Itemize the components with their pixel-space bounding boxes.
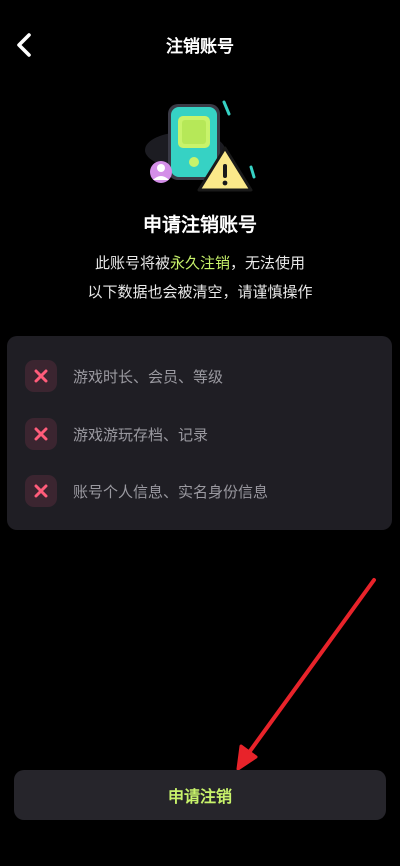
close-icon xyxy=(25,360,57,392)
list-item: 游戏时长、会员、等级 xyxy=(7,358,392,394)
apply-cancel-button[interactable]: 申请注销 xyxy=(14,770,386,820)
close-icon xyxy=(25,475,57,507)
list-item: 账号个人信息、实名身份信息 xyxy=(7,473,392,509)
description-prefix: 此账号将被 xyxy=(94,254,170,272)
list-item: 游戏游玩存档、记录 xyxy=(7,416,392,452)
list-item-label: 游戏时长、会员、等级 xyxy=(73,367,224,386)
chevron-left-icon xyxy=(17,33,31,57)
description-highlight: 永久注销 xyxy=(169,254,230,272)
page-title: 注销账号 xyxy=(166,37,234,57)
header: 注销账号 xyxy=(0,0,400,86)
close-icon xyxy=(25,418,57,450)
list-item-label: 游戏游玩存档、记录 xyxy=(73,425,209,444)
back-button[interactable] xyxy=(10,30,38,60)
user-avatar-icon xyxy=(150,161,172,183)
list-item-label: 账号个人信息、实名身份信息 xyxy=(73,482,269,501)
description-suffix: ，无法使用 xyxy=(230,254,306,272)
account-illustration xyxy=(140,90,270,200)
description-line-1: 此账号将被永久注销，无法使用 xyxy=(0,252,400,273)
data-clear-list: 游戏时长、会员、等级 游戏游玩存档、记录 账号个人信息、实名身份信息 xyxy=(7,336,392,530)
description-line-2: 以下数据也会被清空，请谨慎操作 xyxy=(87,283,313,301)
apply-cancel-title: 申请注销账号 xyxy=(142,214,257,236)
